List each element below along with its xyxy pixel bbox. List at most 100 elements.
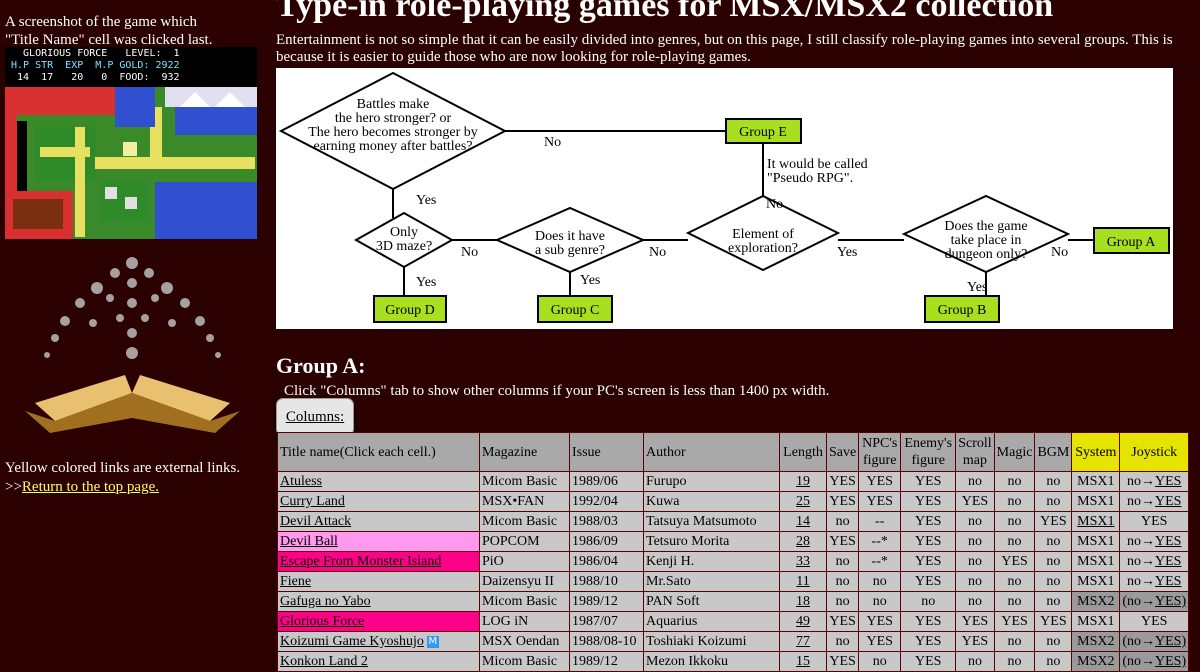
joystick-link[interactable]: YES) <box>1155 594 1186 609</box>
npc-cell: no <box>858 651 902 672</box>
header-scroll-map[interactable]: Scroll map <box>955 432 995 472</box>
joystick-cell: no→YES <box>1119 491 1190 512</box>
joystick-cell: (no→YES) <box>1119 591 1190 612</box>
title-link[interactable]: Devil Attack <box>280 514 351 529</box>
title-link[interactable]: Glorious Force <box>280 614 364 629</box>
joystick-prefix: no→ <box>1127 474 1156 489</box>
joystick-link[interactable]: YES <box>1155 494 1181 509</box>
magic-cell: no <box>993 631 1036 652</box>
q5-line-1: Does the game <box>944 219 1027 234</box>
enemy-cell: YES <box>900 531 957 552</box>
length-link[interactable]: 25 <box>796 494 810 509</box>
title-link[interactable]: Fiene <box>280 574 311 589</box>
header-npc-figure[interactable]: NPC's figure <box>858 432 902 472</box>
header-magic[interactable]: Magic <box>993 432 1036 472</box>
enemy-cell: YES <box>900 631 957 652</box>
title-cell[interactable]: Devil Attack <box>277 511 480 532</box>
title-link[interactable]: Atuless <box>280 474 322 489</box>
title-cell[interactable]: Gafuga no Yabo <box>277 591 480 612</box>
joystick-link[interactable]: YES) <box>1155 654 1186 669</box>
header-title[interactable]: Title name(Click each cell.) <box>277 432 480 472</box>
group-b-label: Group B <box>938 303 987 318</box>
length-link[interactable]: 18 <box>796 594 810 609</box>
bgm-cell: YES <box>1034 511 1073 532</box>
joystick-prefix: no→ <box>1127 534 1156 549</box>
fountain-book-image <box>25 257 240 433</box>
author-cell: Mezon Ikkoku <box>643 651 780 672</box>
npc-cell: --* <box>858 531 902 552</box>
length-link[interactable]: 14 <box>796 514 810 529</box>
joystick-link[interactable]: YES <box>1155 474 1181 489</box>
magazine-cell: Micom Basic <box>479 591 570 612</box>
joystick-cell: YES <box>1119 511 1190 532</box>
games-table: Title name(Click each cell.) Magazine Is… <box>277 432 1190 672</box>
game-screenshot: GLORIOUS FORCE LEVEL: 1 H.P STR EXP M.P … <box>5 47 257 239</box>
title-cell[interactable]: Escape From Monster Island <box>277 551 480 572</box>
q1-line-4: earning money after battles? <box>314 139 473 154</box>
title-cell[interactable]: Devil Ball <box>277 531 480 552</box>
author-cell: PAN Soft <box>643 591 780 612</box>
title-cell[interactable]: Atuless <box>277 471 480 492</box>
save-cell: no <box>825 591 860 612</box>
header-system[interactable]: System <box>1071 432 1121 472</box>
joystick-prefix: (no→ <box>1122 634 1156 649</box>
joystick-link[interactable]: YES <box>1155 534 1181 549</box>
length-link[interactable]: 11 <box>796 574 809 589</box>
columns-button[interactable]: Columns: <box>276 398 354 436</box>
title-link[interactable]: Devil Ball <box>280 534 338 549</box>
bgm-cell: no <box>1034 631 1073 652</box>
title-link[interactable]: Koizumi Game Kyoshujo <box>280 634 424 649</box>
length-link[interactable]: 15 <box>796 654 810 669</box>
title-link[interactable]: Gafuga no Yabo <box>280 594 371 609</box>
header-length[interactable]: Length <box>779 432 827 472</box>
save-cell: YES <box>825 471 860 492</box>
table-row: Curry Land MSX•FAN 1992/04 Kuwa 25 YES Y… <box>277 491 1190 512</box>
bgm-cell: no <box>1034 571 1073 592</box>
joystick-prefix: no→ <box>1127 554 1156 569</box>
joystick-link[interactable]: YES <box>1155 554 1181 569</box>
joystick-link[interactable]: YES) <box>1155 634 1186 649</box>
length-link[interactable]: 77 <box>796 634 810 649</box>
header-author[interactable]: Author <box>643 432 780 472</box>
length-link[interactable]: 28 <box>796 534 810 549</box>
title-link[interactable]: Curry Land <box>280 494 345 509</box>
scroll-cell: no <box>955 531 995 552</box>
title-cell[interactable]: Curry Land <box>277 491 480 512</box>
table-row: Devil Attack Micom Basic 1988/03 Tatsuya… <box>277 511 1190 532</box>
header-save[interactable]: Save <box>825 432 860 472</box>
enemy-cell: YES <box>900 471 957 492</box>
return-top-link[interactable]: Return to the top page. <box>22 479 159 495</box>
title-cell[interactable]: Fiene <box>277 571 480 592</box>
length-link[interactable]: 19 <box>796 474 810 489</box>
header-enemy-figure[interactable]: Enemy's figure <box>900 432 957 472</box>
title-link[interactable]: Escape From Monster Island <box>280 554 441 569</box>
q3-line-1: Does it have <box>535 229 605 244</box>
header-issue[interactable]: Issue <box>569 432 644 472</box>
msx-badge-icon: M <box>426 635 439 648</box>
group-d-label: Group D <box>385 303 434 318</box>
length-cell: 19 <box>779 471 827 492</box>
title-cell[interactable]: Glorious Force <box>277 611 480 632</box>
title-link[interactable]: Konkon Land 2 <box>280 654 368 669</box>
npc-cell: no <box>858 571 902 592</box>
magic-cell: no <box>993 571 1036 592</box>
header-bgm[interactable]: BGM <box>1034 432 1073 472</box>
header-joystick[interactable]: Joystick <box>1119 432 1190 472</box>
length-link[interactable]: 33 <box>796 554 810 569</box>
length-link[interactable]: 49 <box>796 614 810 629</box>
header-magazine[interactable]: Magazine <box>479 432 570 472</box>
title-cell[interactable]: Konkon Land 2 <box>277 651 480 672</box>
npc-cell: no <box>858 591 902 612</box>
table-row: Fiene Daizensyu II 1988/10 Mr.Sato 11 no… <box>277 571 1190 592</box>
scroll-cell: no <box>955 511 995 532</box>
length-cell: 18 <box>779 591 827 612</box>
system-link[interactable]: MSX1 <box>1077 514 1114 529</box>
screenshot-caption: A screenshot of the game which "Title Na… <box>5 13 265 49</box>
title-cell[interactable]: Koizumi Game Kyoshujo M <box>277 631 480 652</box>
table-row: Konkon Land 2 Micom Basic 1989/12 Mezon … <box>277 651 1190 672</box>
joystick-link[interactable]: YES <box>1155 574 1181 589</box>
q4-yes-label: Yes <box>837 245 857 260</box>
enemy-cell: YES <box>900 571 957 592</box>
bgm-cell: no <box>1034 551 1073 572</box>
joystick-prefix: (no→ <box>1122 654 1156 669</box>
